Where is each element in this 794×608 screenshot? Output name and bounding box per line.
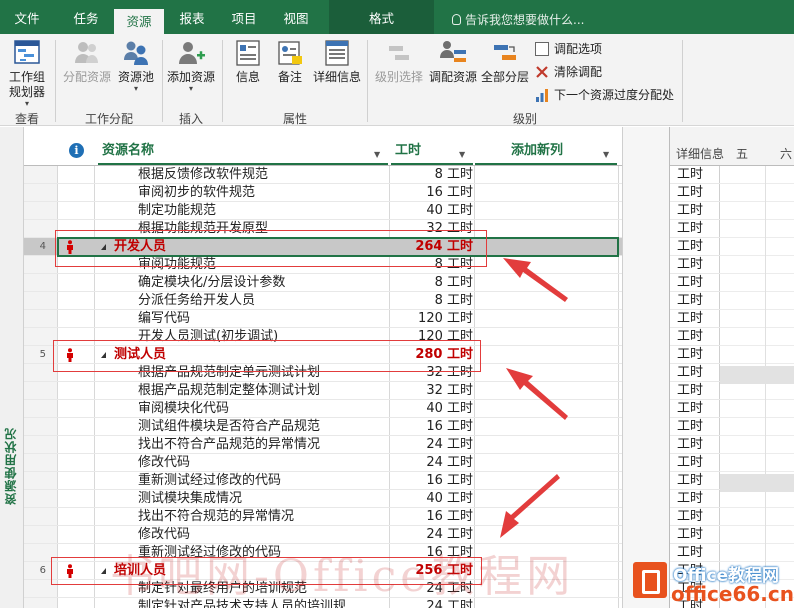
arrow-developers (503, 258, 568, 302)
site-logo: Office教程网 office66.cn (629, 556, 794, 608)
arrow-trainers (500, 474, 560, 538)
office-logo-icon (633, 562, 667, 598)
arrow-testers (506, 368, 568, 420)
watermark-text: 书吧网-Office教程网 (110, 551, 575, 602)
logo-domain: office66.cn (671, 582, 794, 606)
annotation-arrows (500, 258, 568, 538)
